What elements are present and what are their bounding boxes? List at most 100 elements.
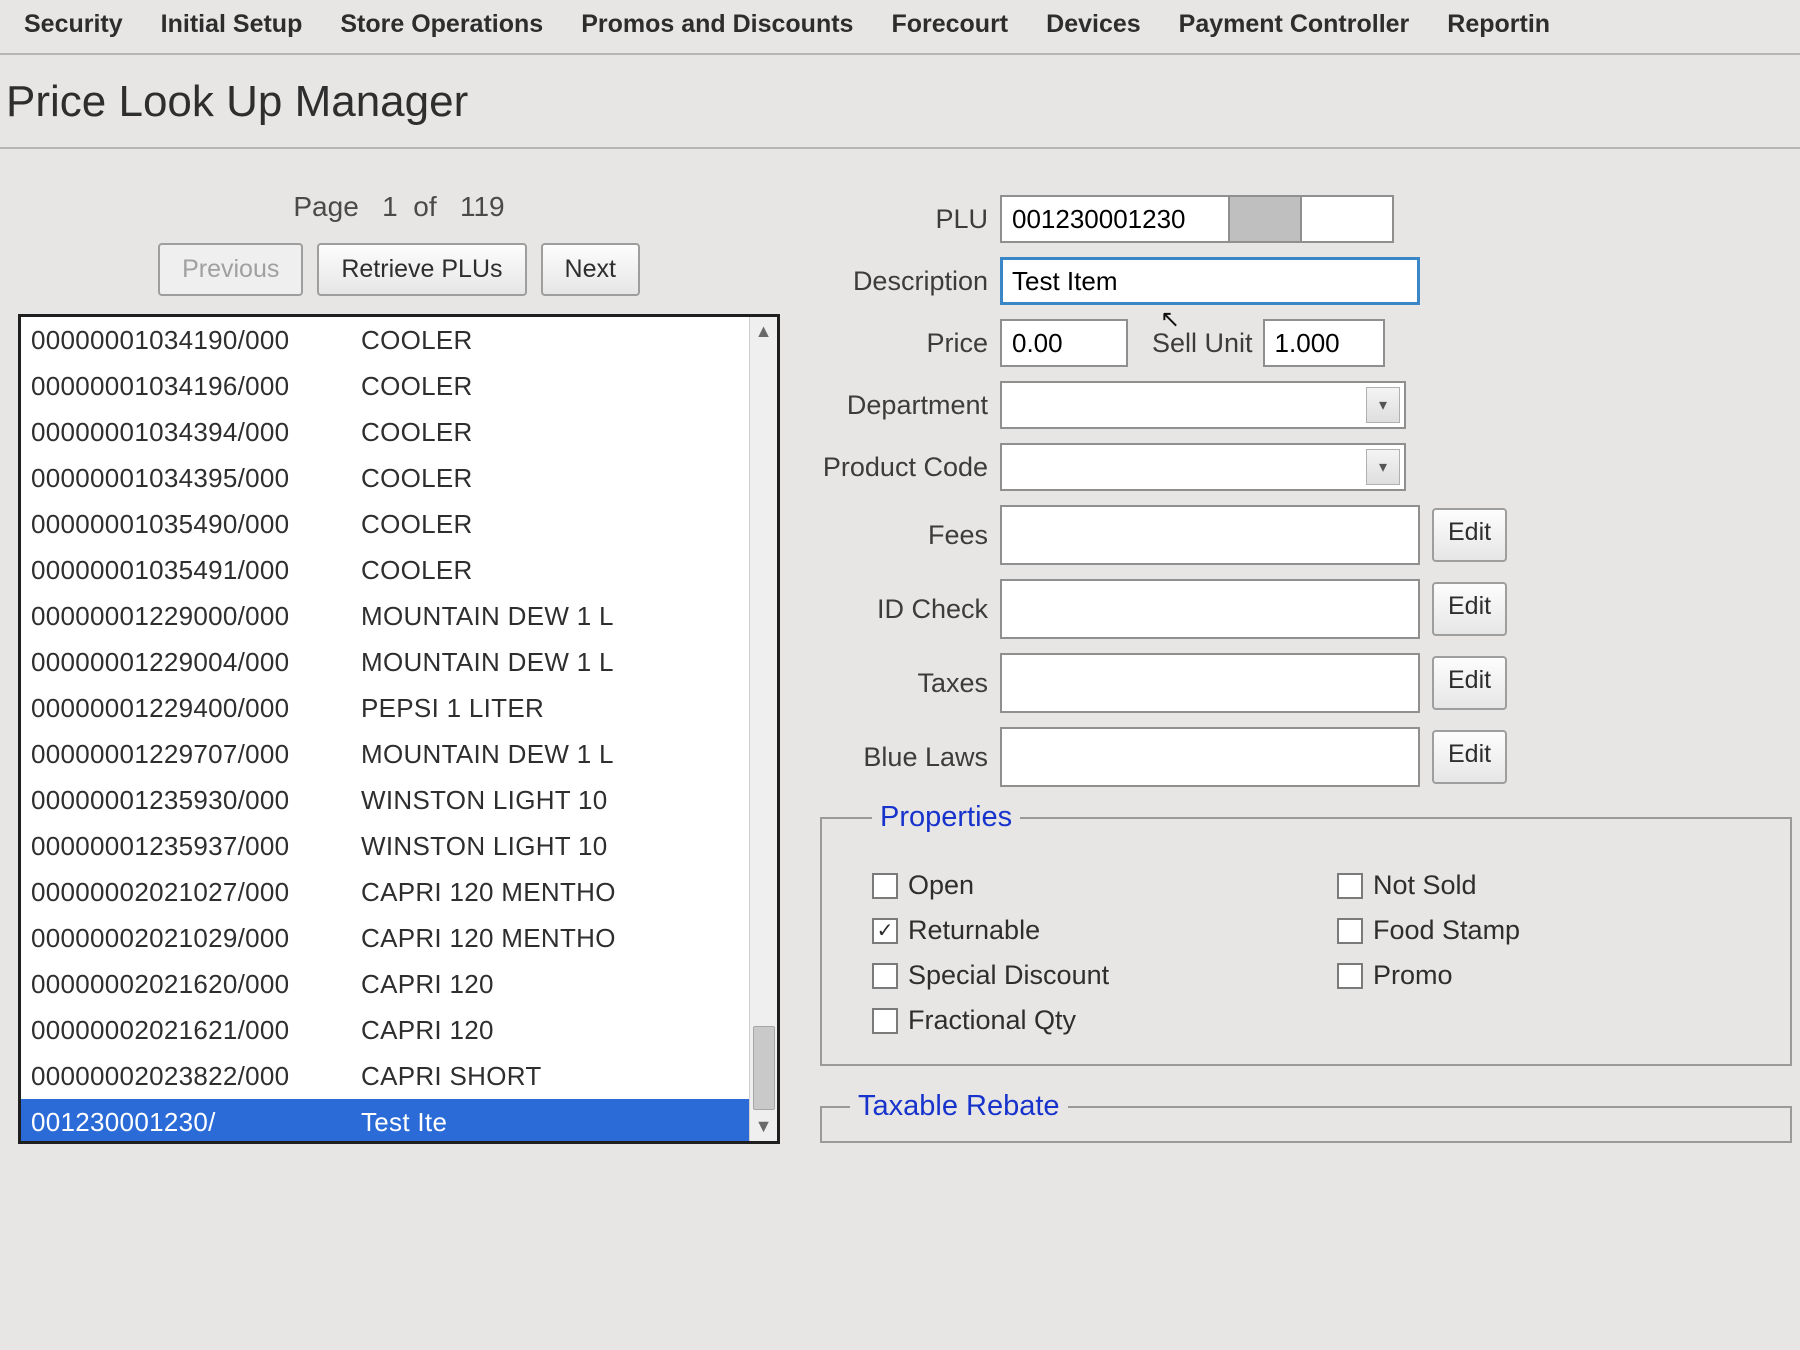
menu-item-devices[interactable]: Devices: [1046, 10, 1141, 39]
fees-box: [1000, 505, 1420, 565]
plu-input[interactable]: [1000, 195, 1230, 243]
menu-item-payment-controller[interactable]: Payment Controller: [1179, 10, 1410, 39]
department-select[interactable]: ▾: [1000, 381, 1406, 429]
list-item[interactable]: 001230001230/Test Ite: [21, 1099, 749, 1141]
list-item[interactable]: 00000001235937/000WINSTON LIGHT 10: [21, 823, 749, 869]
list-item-plu: 00000001235930/000: [31, 783, 361, 817]
list-item-desc: COOLER: [361, 323, 739, 357]
fees-edit-button[interactable]: Edit: [1432, 508, 1507, 562]
checkbox-icon: [1337, 873, 1363, 899]
scroll-thumb[interactable]: [753, 1026, 775, 1110]
list-item-plu: 00000001229707/000: [31, 737, 361, 771]
taxes-edit-button[interactable]: Edit: [1432, 656, 1507, 710]
list-item[interactable]: 00000001235930/000WINSTON LIGHT 10: [21, 777, 749, 823]
previous-button: Previous: [158, 243, 303, 296]
scroll-down-icon[interactable]: ▼: [755, 1116, 773, 1137]
list-item[interactable]: 00000001035490/000COOLER: [21, 501, 749, 547]
description-input[interactable]: [1000, 257, 1420, 305]
list-item[interactable]: 00000002021621/000CAPRI 120: [21, 1007, 749, 1053]
list-item[interactable]: 00000002021029/000CAPRI 120 MENTHO: [21, 915, 749, 961]
checkbox-icon: [872, 873, 898, 899]
list-item-desc: COOLER: [361, 415, 739, 449]
list-item[interactable]: 00000002021027/000CAPRI 120 MENTHO: [21, 869, 749, 915]
list-item[interactable]: 00000001034190/000COOLER: [21, 317, 749, 363]
chevron-down-icon: ▾: [1366, 449, 1400, 485]
checkbox-icon: ✓: [872, 918, 898, 944]
list-item[interactable]: 00000001035491/000COOLER: [21, 547, 749, 593]
menu-item-promos-and-discounts[interactable]: Promos and Discounts: [581, 10, 853, 39]
list-item[interactable]: 00000001034395/000COOLER: [21, 455, 749, 501]
scroll-up-icon[interactable]: ▲: [755, 321, 773, 342]
checkbox-label: Promo: [1373, 960, 1453, 991]
checkbox-icon: [872, 1008, 898, 1034]
checkbox-label: Open: [908, 870, 974, 901]
list-item-plu: 00000001235937/000: [31, 829, 361, 863]
list-item-plu: 001230001230/: [31, 1105, 361, 1139]
list-item-desc: WINSTON LIGHT 10: [361, 829, 739, 863]
checkbox-label: Special Discount: [908, 960, 1109, 991]
checkbox-icon: [1337, 918, 1363, 944]
checkbox-promo[interactable]: Promo: [1337, 960, 1762, 991]
page-title: Price Look Up Manager: [0, 55, 1800, 149]
plu-label: PLU: [820, 204, 1000, 235]
taxable-rebate-fieldset: Taxable Rebate: [820, 1090, 1792, 1143]
id-check-box: [1000, 579, 1420, 639]
list-item[interactable]: 00000001229004/000MOUNTAIN DEW 1 L: [21, 639, 749, 685]
retrieve-plus-button[interactable]: Retrieve PLUs: [317, 243, 526, 296]
menu-item-reportin[interactable]: Reportin: [1447, 10, 1550, 39]
fees-label: Fees: [820, 520, 1000, 551]
sell-unit-input[interactable]: [1263, 319, 1385, 367]
list-item-desc: CAPRI 120: [361, 967, 739, 1001]
plu-listbox[interactable]: 00000001034190/000COOLER00000001034196/0…: [18, 314, 780, 1144]
list-item-desc: PEPSI 1 LITER: [361, 691, 739, 725]
chevron-down-icon: ▾: [1366, 387, 1400, 423]
list-item-plu: 00000001229004/000: [31, 645, 361, 679]
pager-label: Page 1 of 119: [18, 191, 780, 223]
checkbox-not-sold[interactable]: Not Sold: [1337, 870, 1762, 901]
list-item-plu: 00000002021620/000: [31, 967, 361, 1001]
blue-laws-box: [1000, 727, 1420, 787]
list-item-desc: MOUNTAIN DEW 1 L: [361, 645, 739, 679]
blue-laws-edit-button[interactable]: Edit: [1432, 730, 1507, 784]
list-item-plu: 00000001229000/000: [31, 599, 361, 633]
next-button[interactable]: Next: [541, 243, 640, 296]
list-item[interactable]: 00000001034196/000COOLER: [21, 363, 749, 409]
list-item-plu: 00000002023822/000: [31, 1059, 361, 1093]
list-item[interactable]: 00000002023822/000CAPRI SHORT: [21, 1053, 749, 1099]
checkbox-special-discount[interactable]: Special Discount: [872, 960, 1297, 991]
list-item-desc: MOUNTAIN DEW 1 L: [361, 599, 739, 633]
list-item-plu: 00000001229400/000: [31, 691, 361, 725]
menu-item-security[interactable]: Security: [24, 10, 123, 39]
menu-item-store-operations[interactable]: Store Operations: [340, 10, 543, 39]
list-item-desc: CAPRI 120: [361, 1013, 739, 1047]
list-item-desc: CAPRI 120 MENTHO: [361, 921, 739, 955]
product-code-label: Product Code: [820, 452, 1000, 483]
list-item[interactable]: 00000001229707/000MOUNTAIN DEW 1 L: [21, 731, 749, 777]
properties-legend: Properties: [872, 801, 1020, 834]
list-item-desc: MOUNTAIN DEW 1 L: [361, 737, 739, 771]
list-item[interactable]: 00000001034394/000COOLER: [21, 409, 749, 455]
checkbox-fractional-qty[interactable]: Fractional Qty: [872, 1005, 1297, 1036]
menu-item-initial-setup[interactable]: Initial Setup: [161, 10, 303, 39]
list-item-plu: 00000001034394/000: [31, 415, 361, 449]
checkbox-food-stamp[interactable]: Food Stamp: [1337, 915, 1762, 946]
list-item-plu: 00000002021029/000: [31, 921, 361, 955]
list-item[interactable]: 00000002021620/000CAPRI 120: [21, 961, 749, 1007]
description-label: Description: [820, 266, 1000, 297]
list-item-desc: COOLER: [361, 507, 739, 541]
product-code-select[interactable]: ▾: [1000, 443, 1406, 491]
id-check-edit-button[interactable]: Edit: [1432, 582, 1507, 636]
list-item-plu: 00000001034196/000: [31, 369, 361, 403]
plu-suffix-input[interactable]: [1302, 195, 1394, 243]
list-item[interactable]: 00000001229400/000PEPSI 1 LITER: [21, 685, 749, 731]
list-item-desc: CAPRI SHORT: [361, 1059, 739, 1093]
checkbox-returnable[interactable]: ✓Returnable: [872, 915, 1297, 946]
taxes-box: [1000, 653, 1420, 713]
menu-item-forecourt[interactable]: Forecourt: [891, 10, 1008, 39]
price-input[interactable]: [1000, 319, 1128, 367]
checkbox-label: Not Sold: [1373, 870, 1477, 901]
checkbox-open[interactable]: Open: [872, 870, 1297, 901]
scrollbar[interactable]: ▲ ▼: [749, 317, 777, 1141]
top-menubar[interactable]: Security Initial Setup Store Operations Pro…: [0, 0, 1800, 55]
list-item[interactable]: 00000001229000/000MOUNTAIN DEW 1 L: [21, 593, 749, 639]
